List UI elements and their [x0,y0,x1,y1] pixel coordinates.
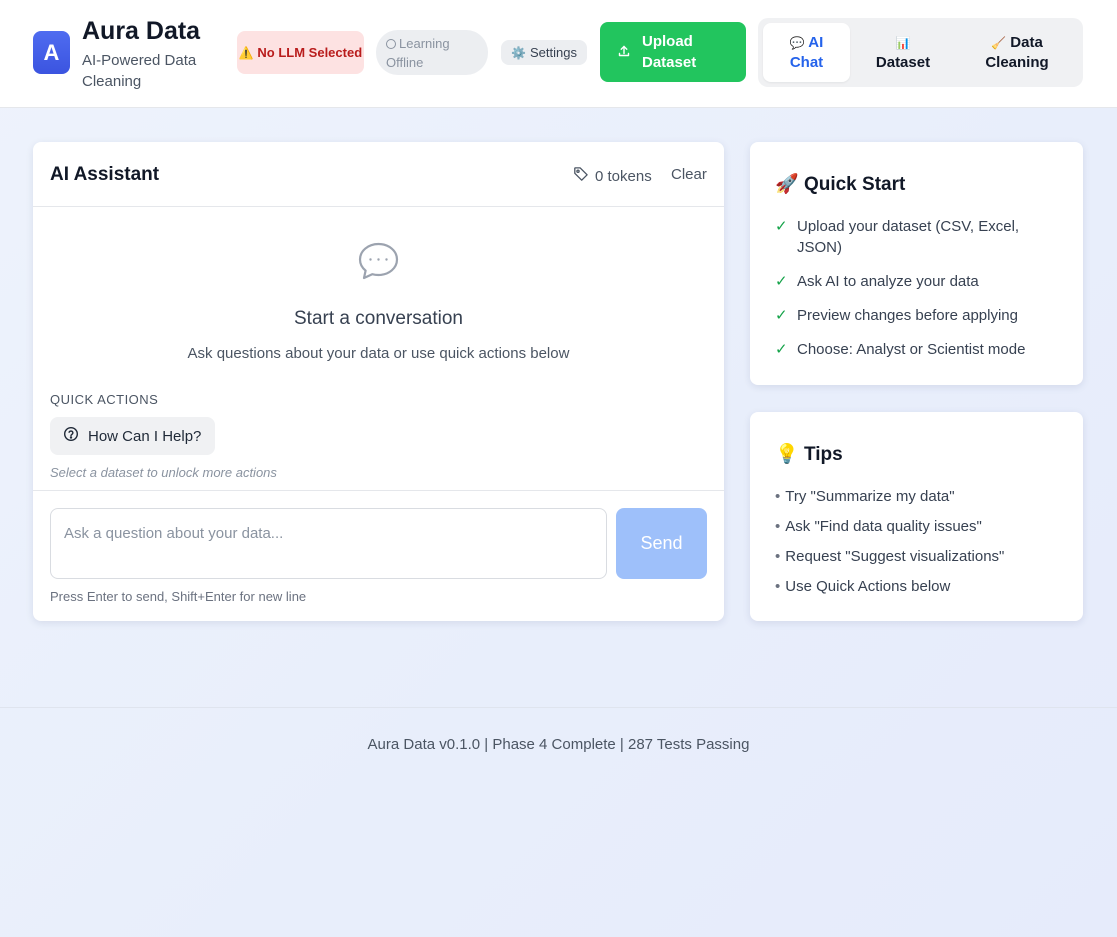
list-item-text: Request "Suggest visualizations" [785,548,1005,565]
list-item-text: Try "Summarize my data" [785,488,955,505]
message-circle-icon [357,241,400,286]
bullet-icon: • [775,578,781,595]
upload-icon [618,42,630,63]
quick-start-title-text: Quick Start [803,174,906,195]
chat-input[interactable] [50,508,607,579]
list-item: ✓ Preview changes before applying [775,305,1065,326]
app-subtitle: AI-Powered Data Cleaning [82,52,197,90]
chat-header: AI Assistant 0 tokens Clear [33,142,724,207]
quick-start-title: 🚀 Quick Start [775,172,905,196]
bullet-icon: • [775,518,781,535]
tips-panel: 💡 Tips • Try "Summarize my data" • Ask "Fi… [750,412,1083,621]
empty-state-subtitle: Ask questions about your data or use qui… [187,345,570,362]
upload-dataset-label: Upload Dataset [642,33,697,71]
quick-actions-label: QUICK ACTIONS [50,392,159,407]
list-item: • Try "Summarize my data" [775,486,1065,507]
bullet-icon: • [775,488,781,505]
tab-ai-chat[interactable]: 💬 AI Chat [763,23,850,82]
check-icon: ✓ [775,218,788,235]
app-header: A Aura Data AI-Powered Data Cleaning ⚠️ … [0,0,1117,108]
footer-text: Aura Data v0.1.0 | Phase 4 Complete | 28… [367,736,750,753]
quick-actions-hint: Select a dataset to unlock more actions [50,465,277,480]
list-item-text: Choose: Analyst or Scientist mode [797,341,1026,358]
empty-state-title: Start a conversation [294,308,463,329]
token-count: 0 tokens [595,167,652,185]
status-circle-icon [386,39,396,49]
input-hint: Press Enter to send, Shift+Enter for new… [50,589,307,604]
check-icon: ✓ [775,341,788,358]
help-circle-icon [63,426,79,446]
upload-dataset-button[interactable]: Upload Dataset [600,22,746,82]
no-llm-label: No LLM Selected [257,44,363,60]
chat-bubble-icon: 💬 [789,35,805,50]
lightbulb-icon: 💡 [775,444,799,465]
list-item: ✓ Choose: Analyst or Scientist mode [775,339,1065,360]
rocket-icon: 🚀 [775,174,799,195]
quick-start-panel: 🚀 Quick Start ✓ Upload your dataset (CSV,… [750,142,1083,385]
broom-icon: 🧹 [991,35,1007,50]
warning-icon: ⚠️ [238,45,254,60]
list-item: • Use Quick Actions below [775,576,1065,597]
settings-button[interactable]: ⚙️ Settings [501,40,587,65]
list-item-text: Ask AI to analyze your data [797,273,979,290]
tag-icon [573,166,589,186]
bar-chart-icon: 📊 [895,35,911,50]
list-item: • Ask "Find data quality issues" [775,516,1065,537]
app-title: Aura Data [82,17,201,45]
list-item: ✓ Ask AI to analyze your data [775,271,1065,292]
settings-label: Settings [529,45,577,60]
list-item-text: Ask "Find data quality issues" [785,518,982,535]
logo-letter: A [43,39,60,65]
list-item: • Request "Suggest visualizations" [775,546,1065,567]
chat-divider [33,490,724,491]
main-nav: 💬 AI Chat 📊 Dataset 🧹 Data Cleaning [758,18,1083,87]
check-icon: ✓ [775,307,788,324]
footer-divider [0,707,1117,708]
gear-icon: ⚙️ [511,45,526,60]
tips-title: 💡 Tips [775,442,843,466]
app-logo: A [33,31,70,74]
how-can-i-help-button[interactable]: How Can I Help? [50,417,215,455]
ai-assistant-panel: AI Assistant 0 tokens Clear Start a conv… [33,142,724,621]
no-llm-badge[interactable]: ⚠️ No LLM Selected [237,31,364,74]
chat-title: AI Assistant [50,164,160,185]
tab-data-cleaning[interactable]: 🧹 Data Cleaning [956,23,1078,82]
list-item-text: Preview changes before applying [797,307,1018,324]
send-button[interactable]: Send [616,508,707,579]
list-item-text: Use Quick Actions below [785,578,951,595]
bullet-icon: • [775,548,781,565]
clear-button[interactable]: Clear [671,166,707,183]
token-counter: 0 tokens [573,166,652,186]
list-item-text: Upload your dataset (CSV, Excel, JSON) [797,218,1020,256]
how-can-i-help-label: How Can I Help? [88,427,202,445]
list-item: ✓ Upload your dataset (CSV, Excel, JSON) [775,216,1065,258]
tips-list: • Try "Summarize my data" • Ask "Find data… [775,486,1065,606]
learning-status-badge: Learning Offline [376,30,488,75]
check-icon: ✓ [775,273,788,290]
tips-title-text: Tips [803,444,843,465]
tab-dataset[interactable]: 📊 Dataset [858,23,948,82]
tab-dataset-label: Dataset [875,53,931,71]
quick-start-list: ✓ Upload your dataset (CSV, Excel, JSON) … [775,216,1065,373]
